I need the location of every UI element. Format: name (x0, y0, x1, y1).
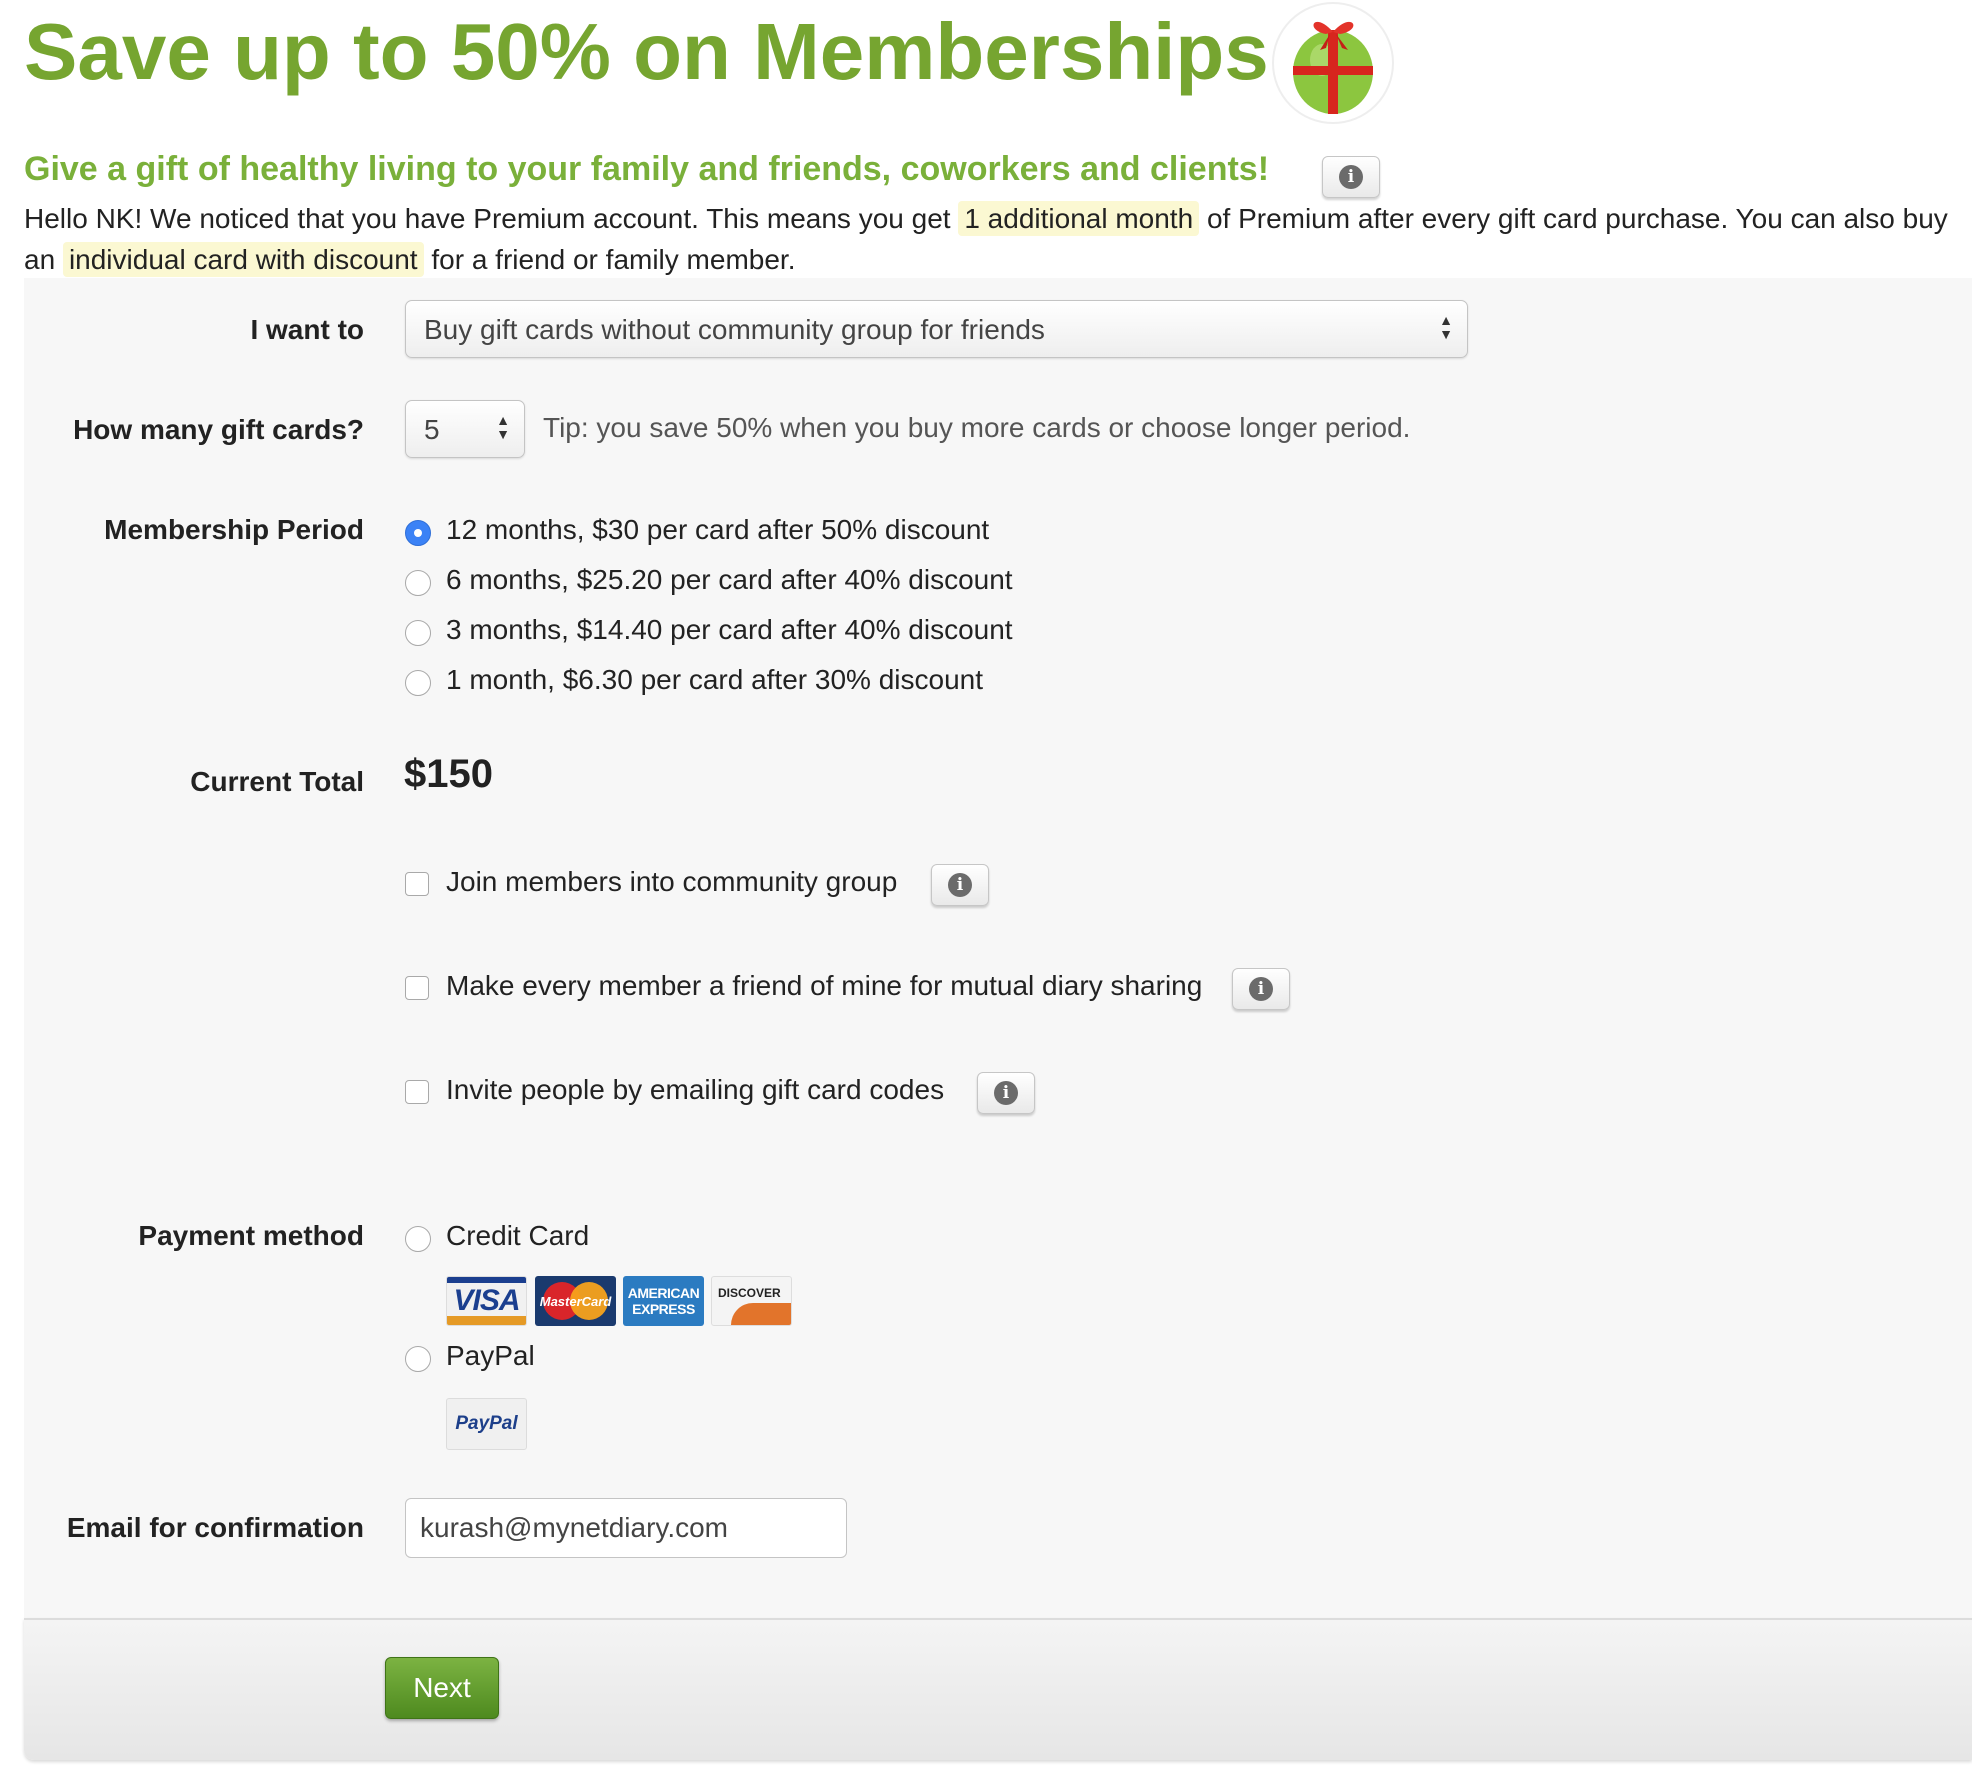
intro-part-3: for a friend or family member. (431, 244, 796, 275)
paypal-logo: PayPal (446, 1398, 527, 1450)
paypal-logo-text: PayPal (455, 1413, 518, 1434)
count-label: How many gift cards? (73, 414, 364, 445)
page-title: Save up to 50% on Memberships (24, 7, 1269, 96)
payment-option-paypal[interactable]: PayPal (446, 1340, 535, 1372)
payment-label: Payment method (138, 1220, 364, 1251)
invite-email-checkbox[interactable] (405, 1080, 429, 1104)
discover-logo: DISCOVER (711, 1276, 792, 1326)
info-icon: i (1249, 977, 1273, 1001)
info-icon: i (1339, 165, 1363, 189)
info-icon: i (948, 873, 972, 897)
invite-email-label[interactable]: Invite people by emailing gift card code… (446, 1074, 944, 1106)
payment-option-credit-card[interactable]: Credit Card (446, 1220, 589, 1252)
want-label: I want to (250, 314, 364, 345)
amex-logo: AMERICAN EXPRESS (623, 1276, 704, 1326)
mastercard-logo: MasterCard (535, 1276, 616, 1326)
period-radio-3[interactable] (405, 620, 431, 646)
community-group-label[interactable]: Join members into community group (446, 866, 897, 898)
period-option-3[interactable]: 3 months, $14.40 per card after 40% disc… (446, 614, 1013, 646)
gift-form-panel (24, 278, 1972, 1618)
period-label: Membership Period (104, 514, 364, 545)
select-arrows-icon: ▲ ▼ (496, 412, 510, 442)
period-option-6[interactable]: 6 months, $25.20 per card after 40% disc… (446, 564, 1013, 596)
invite-email-info-button[interactable]: i (977, 1072, 1035, 1114)
amex-logo-text-2: EXPRESS (632, 1301, 695, 1317)
email-field[interactable]: kurash@mynetdiary.com (405, 1498, 847, 1558)
amex-logo-text-1: AMERICAN (627, 1285, 700, 1301)
next-button[interactable]: Next (385, 1657, 499, 1719)
savings-tip: Tip: you save 50% when you buy more card… (543, 412, 1411, 443)
period-radio-12[interactable] (405, 520, 431, 546)
total-value: $150 (404, 752, 493, 796)
total-label: Current Total (190, 766, 364, 797)
mutual-friend-label[interactable]: Make every member a friend of mine for m… (446, 970, 1202, 1002)
intro-highlight-month: 1 additional month (958, 201, 1200, 236)
period-radio-6[interactable] (405, 570, 431, 596)
payment-radio-credit-card[interactable] (405, 1226, 431, 1252)
gift-apple-icon (1264, 0, 1402, 126)
visa-logo: VISA (446, 1276, 527, 1326)
mutual-friend-checkbox[interactable] (405, 976, 429, 1000)
community-group-checkbox[interactable] (405, 872, 429, 896)
community-group-info-button[interactable]: i (931, 864, 989, 906)
mastercard-logo-text: MasterCard (539, 1293, 612, 1309)
visa-logo-text: VISA (453, 1284, 520, 1317)
subtitle-info-button[interactable]: i (1322, 156, 1380, 198)
gift-membership-page: Save up to 50% on Memberships Give a gif… (0, 0, 1972, 1766)
period-option-12[interactable]: 12 months, $30 per card after 50% discou… (446, 514, 989, 546)
intro-text: Hello NK! We noticed that you have Premi… (24, 198, 1964, 280)
email-label: Email for confirmation (66, 1512, 364, 1543)
discover-logo-text: DISCOVER (718, 1286, 781, 1300)
purpose-select-value: Buy gift cards without community group f… (424, 314, 1045, 345)
card-count-select[interactable]: 5 ▲ ▼ (405, 400, 525, 458)
period-radio-1[interactable] (405, 670, 431, 696)
purpose-select[interactable]: Buy gift cards without community group f… (405, 300, 1468, 358)
subtitle: Give a gift of healthy living to your fa… (24, 150, 1270, 188)
payment-radio-paypal[interactable] (405, 1346, 431, 1372)
card-count-value: 5 (424, 414, 440, 445)
email-field-value: kurash@mynetdiary.com (420, 1512, 728, 1543)
form-footer (24, 1618, 1972, 1760)
mutual-friend-info-button[interactable]: i (1232, 968, 1290, 1010)
info-icon: i (994, 1081, 1018, 1105)
period-option-1[interactable]: 1 month, $6.30 per card after 30% discou… (446, 664, 983, 696)
select-arrows-icon: ▲ ▼ (1439, 312, 1453, 342)
intro-highlight-discount: individual card with discount (62, 242, 424, 277)
intro-part-1: Hello NK! We noticed that you have Premi… (24, 203, 951, 234)
